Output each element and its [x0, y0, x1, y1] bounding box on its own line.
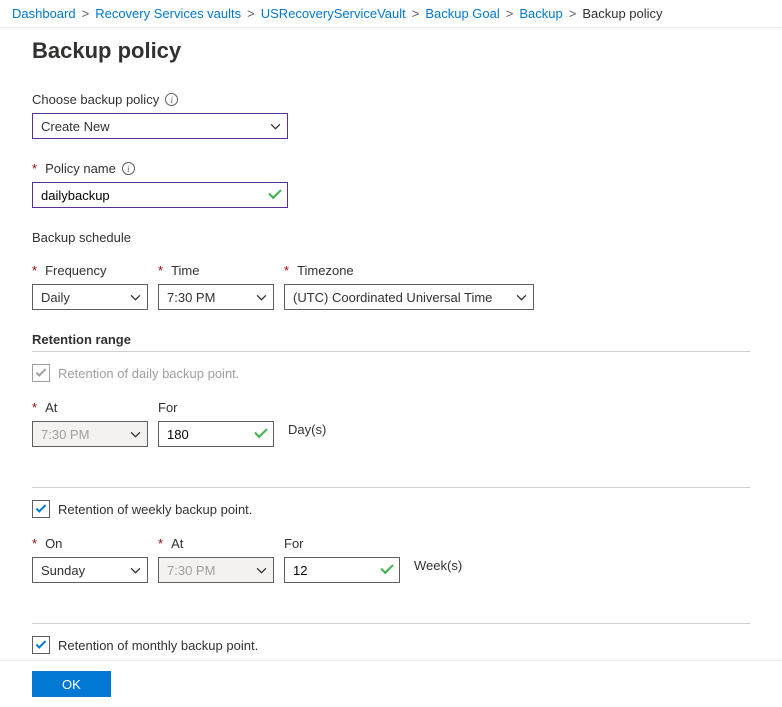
daily-for-input[interactable]: [158, 421, 274, 447]
chevron-down-icon: [130, 565, 141, 576]
divider: [32, 623, 750, 624]
page-body: Backup policy Choose backup policy i Cre…: [0, 28, 782, 682]
frequency-select[interactable]: Daily: [32, 284, 148, 310]
timezone-value: (UTC) Coordinated Universal Time: [293, 290, 492, 305]
footer: OK: [0, 660, 782, 707]
weekly-at-label: At: [171, 536, 183, 551]
choose-policy-select[interactable]: Create New: [32, 113, 288, 139]
chevron-down-icon: [256, 565, 267, 576]
required-marker: *: [32, 400, 37, 415]
breadcrumb: Dashboard > Recovery Services vaults > U…: [0, 0, 782, 28]
chevron-down-icon: [270, 121, 281, 132]
backup-schedule-heading: Backup schedule: [32, 230, 131, 245]
daily-retention-label: Retention of daily backup point.: [58, 366, 239, 381]
weekly-retention-label: Retention of weekly backup point.: [58, 502, 252, 517]
chevron-down-icon: [130, 429, 141, 440]
required-marker: *: [158, 263, 163, 278]
daily-at-label: At: [45, 400, 57, 415]
daily-for-label: For: [158, 400, 178, 415]
weekly-at-select: 7:30 PM: [158, 557, 274, 583]
required-marker: *: [284, 263, 289, 278]
info-icon[interactable]: i: [165, 93, 178, 106]
policy-name-field[interactable]: [41, 183, 263, 207]
chevron-down-icon: [130, 292, 141, 303]
ok-button[interactable]: OK: [32, 671, 111, 697]
daily-unit: Day(s): [284, 422, 326, 437]
monthly-retention-checkbox[interactable]: [32, 636, 50, 654]
weekly-for-label: For: [284, 536, 304, 551]
daily-at-select: 7:30 PM: [32, 421, 148, 447]
breadcrumb-link-rsvaults[interactable]: Recovery Services vaults: [95, 6, 241, 21]
chevron-right-icon: >: [247, 6, 255, 21]
breadcrumb-link-backup[interactable]: Backup: [519, 6, 562, 21]
timezone-label: Timezone: [297, 263, 354, 278]
required-marker: *: [158, 536, 163, 551]
policy-name-label: Policy name: [45, 161, 116, 176]
required-marker: *: [32, 161, 37, 176]
required-marker: *: [32, 536, 37, 551]
chevron-down-icon: [256, 292, 267, 303]
frequency-value: Daily: [41, 290, 70, 305]
weekly-unit: Week(s): [410, 558, 462, 573]
divider: [32, 351, 750, 352]
daily-at-value: 7:30 PM: [41, 427, 89, 442]
info-icon[interactable]: i: [122, 162, 135, 175]
choose-policy-label: Choose backup policy: [32, 92, 159, 107]
timezone-select[interactable]: (UTC) Coordinated Universal Time: [284, 284, 534, 310]
choose-policy-value: Create New: [41, 119, 110, 134]
policy-name-input[interactable]: [32, 182, 288, 208]
weekly-on-select[interactable]: Sunday: [32, 557, 148, 583]
breadcrumb-link-dashboard[interactable]: Dashboard: [12, 6, 76, 21]
daily-for-field[interactable]: [167, 422, 249, 446]
frequency-label: Frequency: [45, 263, 106, 278]
weekly-on-value: Sunday: [41, 563, 85, 578]
weekly-for-field[interactable]: [293, 558, 375, 582]
time-label: Time: [171, 263, 199, 278]
breadcrumb-current: Backup policy: [582, 6, 662, 21]
chevron-right-icon: >: [569, 6, 577, 21]
time-value: 7:30 PM: [167, 290, 215, 305]
time-select[interactable]: 7:30 PM: [158, 284, 274, 310]
weekly-for-input[interactable]: [284, 557, 400, 583]
breadcrumb-link-vault[interactable]: USRecoveryServiceVault: [261, 6, 406, 21]
weekly-at-value: 7:30 PM: [167, 563, 215, 578]
required-marker: *: [32, 263, 37, 278]
weekly-on-label: On: [45, 536, 62, 551]
breadcrumb-link-goal[interactable]: Backup Goal: [425, 6, 499, 21]
chevron-right-icon: >: [82, 6, 90, 21]
page-title: Backup policy: [32, 38, 750, 64]
retention-range-heading: Retention range: [32, 332, 750, 347]
monthly-retention-label: Retention of monthly backup point.: [58, 638, 258, 653]
chevron-right-icon: >: [506, 6, 514, 21]
divider: [32, 487, 750, 488]
chevron-right-icon: >: [412, 6, 420, 21]
daily-retention-checkbox: [32, 364, 50, 382]
weekly-retention-checkbox[interactable]: [32, 500, 50, 518]
chevron-down-icon: [516, 292, 527, 303]
